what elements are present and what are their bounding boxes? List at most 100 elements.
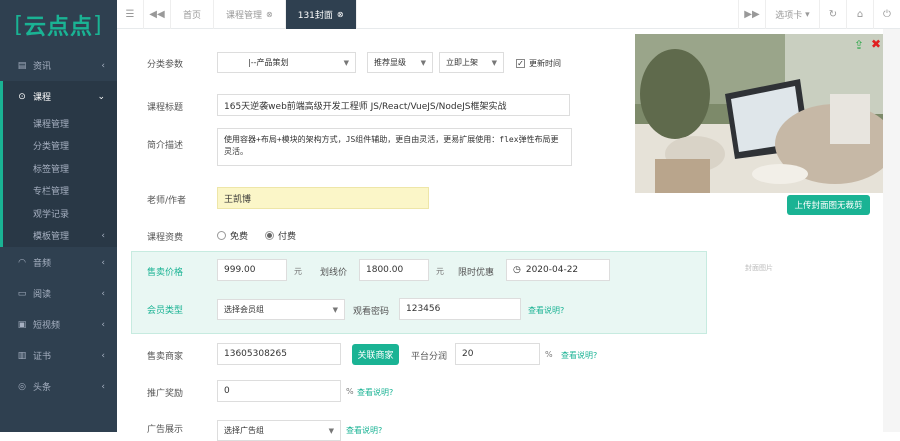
sidebar-item-short-video[interactable]: ▣ 短视频 ‹ [0,309,117,340]
tab-131-cover[interactable]: 131封面 ⊗ [285,0,357,29]
upload-cover-button[interactable]: 上传封面图无裁剪 [787,195,870,215]
cover-image-label: 封面图片 [745,264,773,272]
upload-icon[interactable]: ⇪ [854,38,864,52]
tab-course-manage[interactable]: 课程管理 ⊗ [214,0,286,29]
member-select[interactable]: 选择会员组 ▼ [217,299,345,320]
tab-options-dropdown[interactable]: 选项卡 ▾ [765,0,819,29]
price-label: 售卖价格 [147,268,184,278]
compass-icon: ◎ [18,381,26,392]
fee-free-radio[interactable]: 免费 [217,229,248,242]
line-price-input[interactable]: 1800.00 [359,259,429,281]
chevron-down-icon: ⌄ [97,91,105,102]
see-desc-link[interactable]: 查看说明? [346,425,382,436]
chevron-left-icon: ‹ [101,230,105,241]
topbar: ☰ ◀◀ 首页 课程管理 ⊗ 131封面 ⊗ ▶▶ 选项卡 ▾ ↻ ⌂ ⏻ [117,0,900,29]
sidebar-sub-column-manage[interactable]: 专栏管理 [3,180,117,203]
platform-share-input[interactable]: 20 [455,343,540,365]
sidebar-sub-template-manage[interactable]: 模板管理 ‹ [3,225,117,248]
recommend-select[interactable]: 推荐显级 ▼ [367,52,433,73]
main-content: 分类参数 |--产品策划 ▼ 推荐显级 ▼ 立即上架 ▼ ✓ 更新时间 课程标题 165… [117,29,888,441]
limit-date-input[interactable]: ◷ 2020-04-22 [506,259,610,281]
sidebar: [云点点] ▤ 资讯 ‹ ⊙ 课程 ⌄ 课程管理 分类管理 标签管理 专栏管理 … [0,0,117,432]
watch-password-input[interactable]: 123456 [399,298,521,320]
sidebar-sub-category-manage[interactable]: 分类管理 [3,135,117,158]
chevron-left-icon: ‹ [101,257,105,268]
title-input[interactable]: 165天逆袭web前端高级开发工程师 JS/React/VueJS/NodeJS… [217,94,570,116]
home-icon: ⌂ [856,9,864,20]
platform-share-label: 平台分润 [411,352,448,362]
desc-label: 简介描述 [147,141,184,151]
yuan-unit: 元 [436,267,444,276]
yuan-unit: 元 [294,267,302,276]
caret-down-icon: ▼ [328,426,334,435]
double-left-icon: ◀◀ [149,8,165,20]
update-time-checkbox[interactable]: ✓ 更新时间 [516,58,561,69]
menu-toggle-button[interactable]: ☰ [117,0,144,29]
double-right-icon: ▶▶ [744,9,760,20]
see-desc-link[interactable]: 查看说明? [528,305,564,316]
caret-down-icon: ▼ [491,58,497,67]
chevron-left-icon: ‹ [101,319,105,330]
book-icon: ▭ [17,288,27,299]
percent-unit: % [545,350,553,359]
member-label: 会员类型 [147,306,184,316]
sidebar-item-course[interactable]: ⊙ 课程 ⌄ [0,81,117,112]
chevron-left-icon: ‹ [101,350,105,361]
close-icon[interactable]: ⊗ [337,10,344,19]
course-icon: ⊙ [18,91,26,102]
teacher-input[interactable]: 王凯博 [217,187,429,209]
watch-password-label: 观看密码 [353,307,390,317]
sidebar-item-certificate[interactable]: ▥ 证书 ‹ [0,340,117,371]
delete-icon[interactable]: ✖ [871,37,881,51]
close-icon[interactable]: ⊗ [266,10,273,19]
sidebar-sub-tag-manage[interactable]: 标签管理 [3,157,117,180]
sidebar-sub-learning-record[interactable]: 观学记录 [3,202,117,225]
caret-down-icon: ▼ [420,58,426,67]
see-desc-link[interactable]: 查看说明? [561,350,597,361]
teacher-label: 老师/作者 [147,196,187,206]
promo-input[interactable]: 0 [217,380,341,402]
headphones-icon: ◠ [18,257,26,268]
sidebar-item-headline[interactable]: ◎ 头条 ‹ [0,371,117,402]
home-button[interactable]: ⌂ [846,0,873,29]
merchant-input[interactable]: 13605308265 [217,343,341,365]
sidebar-item-read[interactable]: ▭ 阅读 ‹ [0,278,117,309]
title-label: 课程标题 [147,103,184,113]
category-label: 分类参数 [147,60,184,70]
tab-next-button[interactable]: ▶▶ [738,0,765,29]
page-scrollbar[interactable] [883,29,900,432]
hamburger-icon: ☰ [125,8,135,20]
publish-select[interactable]: 立即上架 ▼ [439,52,504,73]
cover-photo [635,34,888,193]
percent-unit: % [346,387,354,396]
see-desc-link[interactable]: 查看说明? [357,387,393,398]
merchant-label: 售卖商家 [147,352,184,362]
caret-down-icon: ▼ [332,305,338,314]
power-icon: ⏻ [883,9,891,20]
logout-button[interactable]: ⏻ [873,0,900,29]
sidebar-item-audio[interactable]: ◠ 音频 ‹ [0,247,117,278]
refresh-button[interactable]: ↻ [819,0,846,29]
sidebar-sub-course-manage[interactable]: 课程管理 [3,112,117,135]
link-merchant-button[interactable]: 关联商家 [352,344,399,365]
chevron-left-icon: ‹ [101,381,105,392]
fee-paid-radio[interactable]: 付费 [265,229,296,242]
fee-label: 课程资费 [147,233,184,243]
certificate-icon: ▥ [17,350,27,361]
price-input[interactable]: 999.00 [217,259,287,281]
chevron-left-icon: ‹ [101,288,105,299]
news-icon: ▤ [17,60,27,71]
video-icon: ▣ [17,319,27,330]
tab-home[interactable]: 首页 [171,0,215,29]
ad-select[interactable]: 选择广告组 ▼ [217,420,341,441]
caret-down-icon: ▾ [805,9,810,20]
ad-label: 广告展示 [147,425,184,435]
tab-prev-button[interactable]: ◀◀ [144,0,171,29]
check-icon: ✓ [516,59,525,68]
clock-icon: ◷ [513,265,521,275]
course-submenu: 课程管理 分类管理 标签管理 专栏管理 观学记录 模板管理 ‹ [0,112,117,247]
sidebar-item-news[interactable]: ▤ 资讯 ‹ [0,50,117,81]
desc-textarea[interactable]: 使用容器+布局+模块的架构方式，JS组件辅助，更自由灵活，更易扩展使用：flex… [217,128,572,166]
category-select[interactable]: |--产品策划 ▼ [217,52,356,73]
caret-down-icon: ▼ [343,58,349,67]
